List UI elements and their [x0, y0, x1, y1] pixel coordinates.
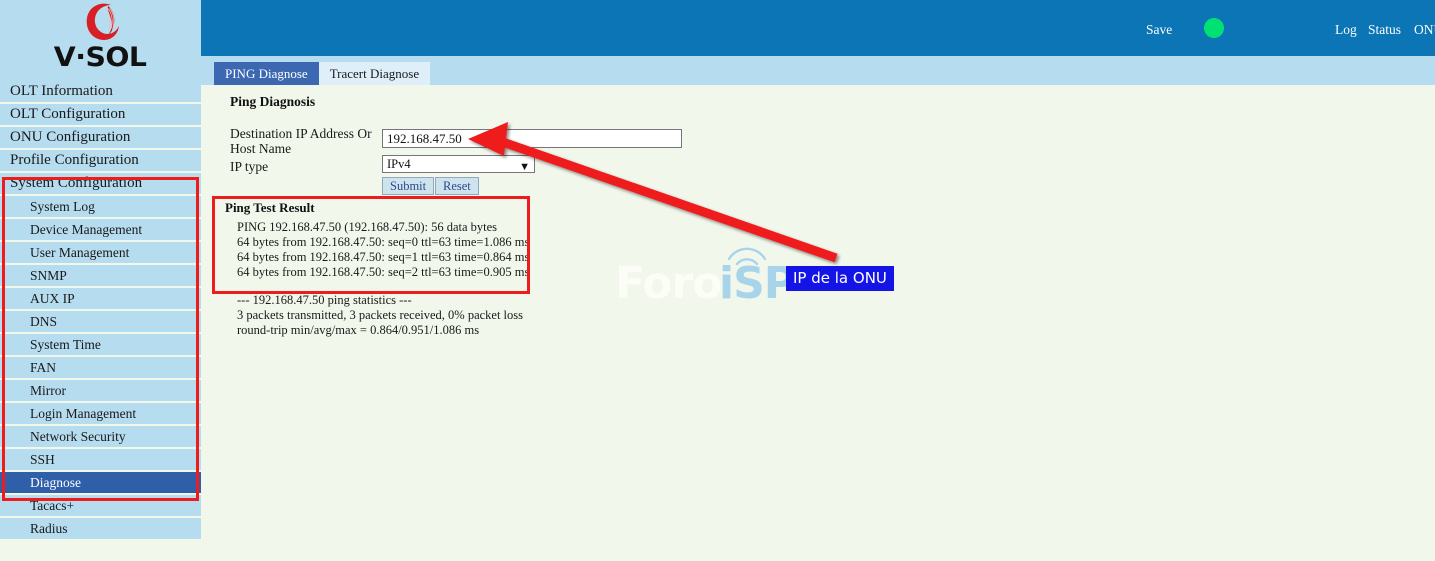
sidebar-item-olt-information[interactable]: OLT Information	[0, 81, 201, 102]
sidebar-item-label: SSH	[30, 452, 55, 467]
sidebar-item-label: OLT Configuration	[10, 106, 126, 122]
sidebar-item-login-management[interactable]: Login Management	[0, 403, 201, 424]
log-link[interactable]: Log	[1335, 22, 1357, 38]
sidebar-item-label: DNS	[30, 314, 58, 329]
sidebar-item-label: SNMP	[30, 268, 67, 283]
page-root: V·SOL OLT Information OLT Configuration …	[0, 0, 1435, 561]
main-content: Ping Diagnosis Destination IP Address Or…	[201, 85, 1435, 561]
sidebar-item-label: Profile Configuration	[10, 152, 139, 168]
sidebar-item-system-time[interactable]: System Time	[0, 334, 201, 355]
top-header-bar: Save Log Status ONU	[201, 0, 1435, 56]
sidebar-item-network-security[interactable]: Network Security	[0, 426, 201, 447]
page-title: Ping Diagnosis	[230, 94, 316, 109]
ip-type-value: IPv4	[387, 157, 411, 171]
status-link[interactable]: Status	[1368, 22, 1401, 38]
sidebar-item-mirror[interactable]: Mirror	[0, 380, 201, 401]
ip-type-select[interactable]: IPv4 ▼	[382, 155, 535, 173]
ping-stats-line: --- 192.168.47.50 ping statistics ---	[237, 293, 412, 307]
ping-result-line: 64 bytes from 192.168.47.50: seq=1 ttl=6…	[237, 250, 530, 264]
ping-stats-line: round-trip min/avg/max = 0.864/0.951/1.0…	[237, 323, 480, 337]
brand-logo: V·SOL	[0, 0, 201, 81]
sidebar-item-device-management[interactable]: Device Management	[0, 219, 201, 240]
annotation-callout-label: IP de la ONU	[786, 266, 894, 291]
destination-ip-label: Destination IP Address Or Host Name	[230, 126, 372, 156]
sidebar-item-label: ONU Configuration	[10, 129, 131, 145]
ping-result-line: 64 bytes from 192.168.47.50: seq=0 ttl=6…	[237, 235, 530, 249]
sidebar-item-label: Device Management	[30, 222, 143, 237]
sidebar-item-system-configuration[interactable]: System Configuration	[0, 173, 201, 194]
sidebar-item-snmp[interactable]: SNMP	[0, 265, 201, 286]
sidebar-item-label: Network Security	[30, 429, 126, 444]
sidebar-item-user-management[interactable]: User Management	[0, 242, 201, 263]
save-button[interactable]: Save	[1146, 22, 1172, 38]
sidebar-item-dns[interactable]: DNS	[0, 311, 201, 332]
sidebar-nav: OLT Information OLT Configuration ONU Co…	[0, 81, 201, 541]
brand-logo-text: V·SOL	[54, 42, 147, 73]
sidebar-item-label: Radius	[30, 521, 68, 536]
sidebar-item-radius[interactable]: Radius	[0, 518, 201, 539]
vsol-crescent-logo-icon	[86, 3, 119, 40]
ping-stats-line: 3 packets transmitted, 3 packets receive…	[237, 308, 524, 322]
tab-ping-diagnose[interactable]: PING Diagnose	[214, 62, 319, 85]
tab-tracert-diagnose[interactable]: Tracert Diagnose	[318, 62, 431, 85]
sidebar-item-label: AUX IP	[30, 291, 75, 306]
reset-button[interactable]: Reset	[435, 177, 479, 195]
sidebar-item-label: Login Management	[30, 406, 137, 421]
sidebar-item-profile-configuration[interactable]: Profile Configuration	[0, 150, 201, 171]
status-indicator-green-icon	[1204, 18, 1224, 38]
sidebar: V·SOL OLT Information OLT Configuration …	[0, 0, 201, 561]
sidebar-item-aux-ip[interactable]: AUX IP	[0, 288, 201, 309]
destination-ip-input[interactable]: 192.168.47.50	[382, 129, 682, 148]
sidebar-item-label: OLT Information	[10, 83, 113, 99]
sidebar-item-label: System Configuration	[10, 175, 143, 191]
sidebar-item-label: FAN	[30, 360, 57, 375]
sidebar-item-diagnose[interactable]: Diagnose	[0, 472, 201, 493]
ping-test-result-title: Ping Test Result	[225, 200, 315, 215]
sidebar-item-label: Diagnose	[30, 475, 81, 490]
ip-type-label: IP type	[230, 159, 269, 174]
sidebar-item-ssh[interactable]: SSH	[0, 449, 201, 470]
sidebar-item-label: Mirror	[30, 383, 66, 398]
submit-button[interactable]: Submit	[382, 177, 435, 195]
sidebar-item-label: User Management	[30, 245, 130, 260]
ping-result-line: PING 192.168.47.50 (192.168.47.50): 56 d…	[237, 220, 498, 234]
sidebar-item-label: System Log	[30, 199, 95, 214]
sidebar-item-fan[interactable]: FAN	[0, 357, 201, 378]
sidebar-item-system-log[interactable]: System Log	[0, 196, 201, 217]
chevron-down-icon: ▼	[519, 161, 530, 173]
sidebar-item-label: Tacacs+	[30, 498, 75, 513]
sidebar-item-tacacs[interactable]: Tacacs+	[0, 495, 201, 516]
tab-bar: PING Diagnose Tracert Diagnose	[214, 62, 431, 85]
onu-link[interactable]: ONU	[1414, 22, 1435, 38]
sidebar-item-olt-configuration[interactable]: OLT Configuration	[0, 104, 201, 125]
sidebar-item-label: System Time	[30, 337, 101, 352]
ping-result-line: 64 bytes from 192.168.47.50: seq=2 ttl=6…	[237, 265, 530, 279]
sidebar-item-onu-configuration[interactable]: ONU Configuration	[0, 127, 201, 148]
